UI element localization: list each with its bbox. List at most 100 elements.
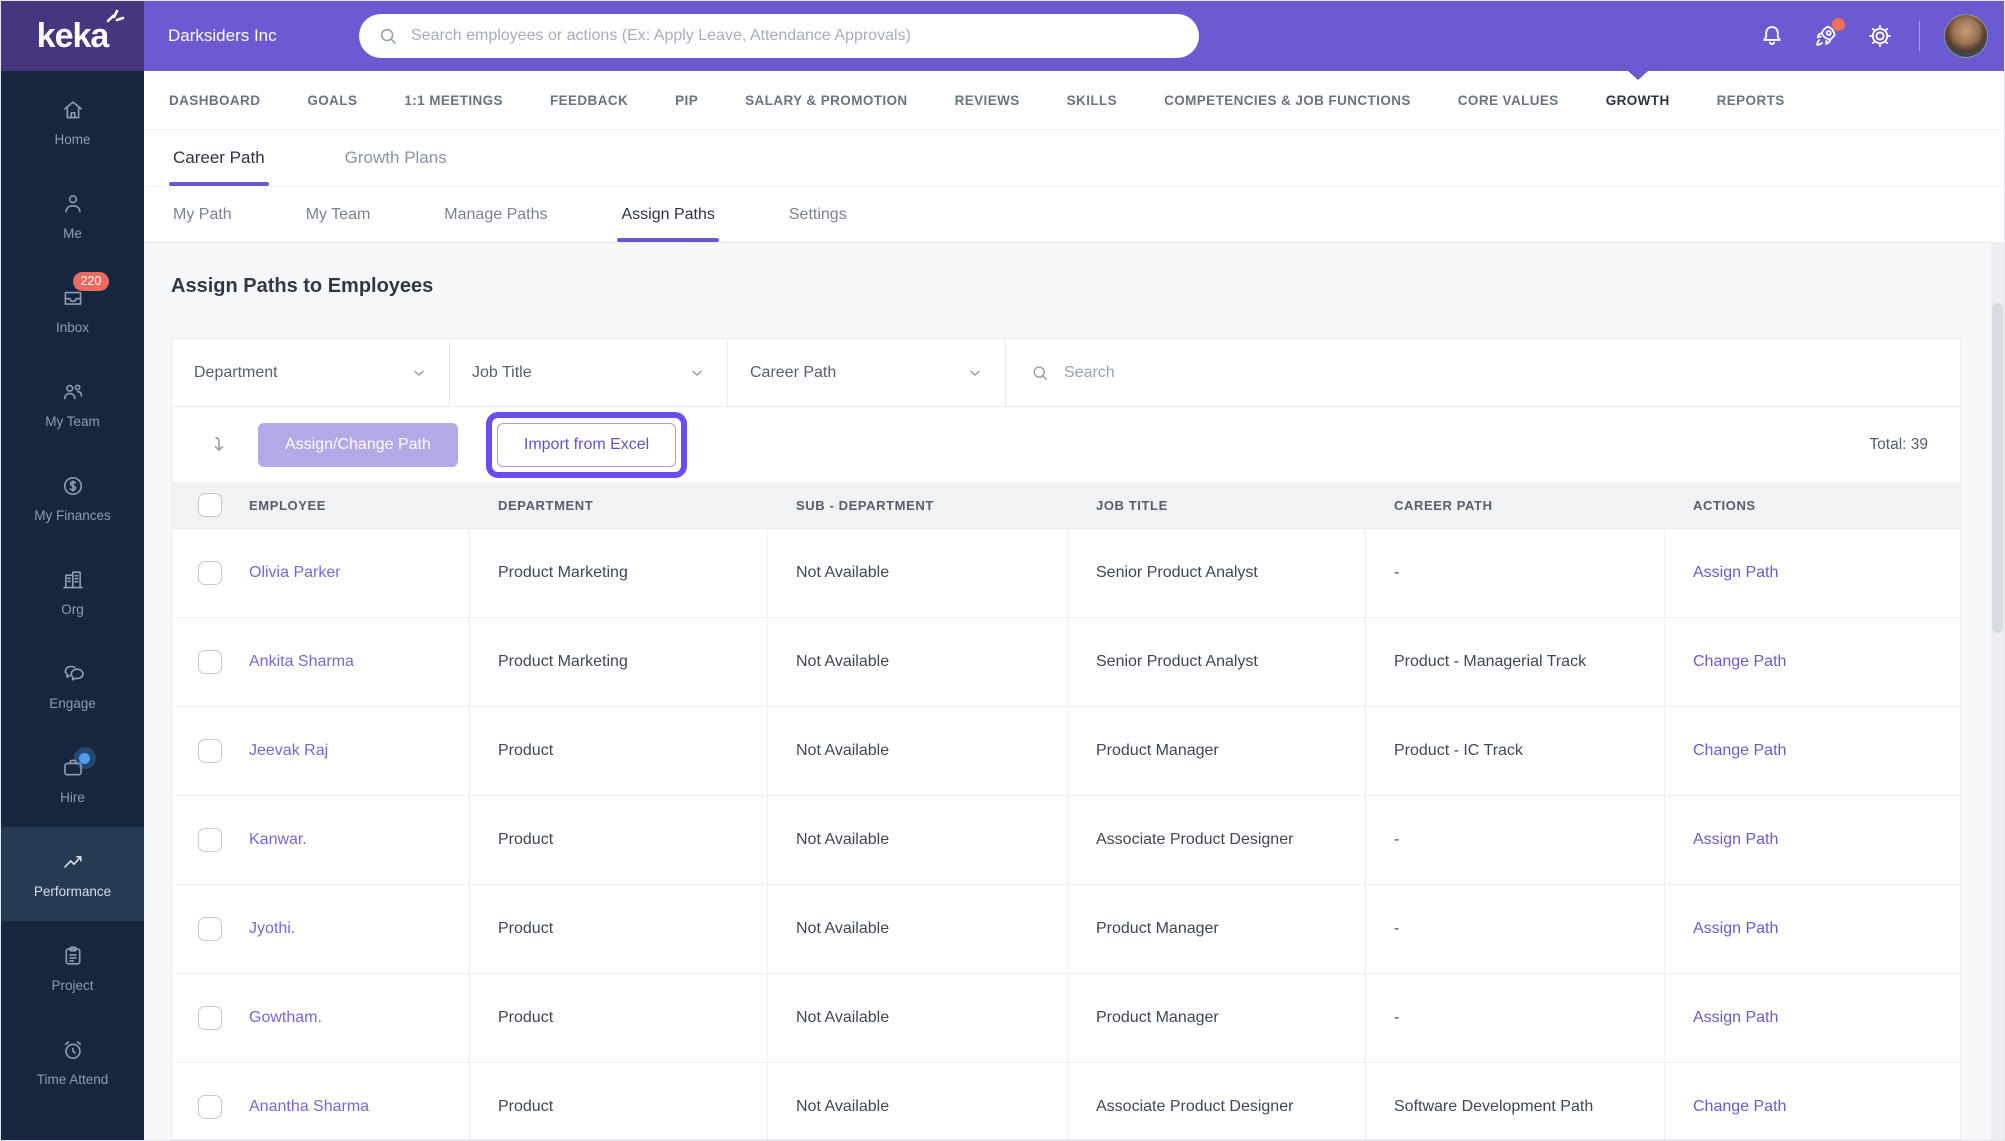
sidebar-item-inbox[interactable]: 220 Inbox [1, 263, 144, 357]
tab-my-path[interactable]: My Path [169, 187, 236, 242]
topbar-actions [1757, 1, 1988, 71]
change-path-link[interactable]: Change Path [1693, 742, 1786, 760]
employee-name-link[interactable]: Kanwar. [249, 831, 307, 849]
employee-cell: Olivia Parker [172, 529, 470, 617]
row-checkbox[interactable] [198, 1095, 222, 1119]
assign-path-link[interactable]: Assign Path [1693, 831, 1778, 849]
career-path-cell: Product - Managerial Track [1366, 618, 1665, 706]
subnav-tab-career-path[interactable]: Career Path [169, 130, 269, 186]
table-header-department: DEPARTMENT [498, 497, 594, 513]
keka-logo[interactable]: keka [1, 1, 144, 71]
change-path-link[interactable]: Change Path [1693, 1098, 1786, 1116]
employee-name-link[interactable]: Olivia Parker [249, 564, 341, 582]
employee-name-link[interactable]: Gowtham. [249, 1009, 322, 1027]
sidebar-item-performance[interactable]: Performance [1, 827, 144, 921]
app-window: keka Darksiders Inc Home Me 220 Inbox My Tea… [0, 0, 2005, 1141]
sidebar-item-project[interactable]: Project [1, 921, 144, 1015]
me-icon [60, 191, 86, 217]
sidebar-item-org[interactable]: Org [1, 545, 144, 639]
scrollbar-thumb[interactable] [1992, 303, 2003, 633]
employee-cell: Jyothi. [172, 885, 470, 973]
table-search[interactable] [1006, 339, 1960, 406]
assign-change-path-button[interactable]: Assign/Change Path [258, 422, 458, 467]
job-title-filter-dropdown[interactable]: Job Title [450, 339, 728, 406]
table-search-input[interactable] [1064, 363, 1936, 382]
notifications-bell-icon[interactable] [1757, 21, 1787, 51]
nav-tab-feedback[interactable]: FEEDBACK [550, 71, 628, 129]
assign-path-link[interactable]: Assign Path [1693, 920, 1778, 938]
change-path-link[interactable]: Change Path [1693, 653, 1786, 671]
whats-new-rocket-icon[interactable] [1811, 18, 1845, 51]
nav-tab-growth[interactable]: GROWTH [1606, 71, 1670, 129]
employee-cell: Anantha Sharma [172, 1063, 470, 1139]
sidebar-item-time-attend[interactable]: Time Attend [1, 1015, 144, 1109]
employee-name-link[interactable]: Jeevak Raj [249, 742, 328, 760]
employee-name-link[interactable]: Jyothi. [249, 920, 295, 938]
whats-new-badge-dot [1832, 18, 1845, 31]
assign-path-link[interactable]: Assign Path [1693, 564, 1778, 582]
filter-bar: Department Job Title Career Path [172, 339, 1960, 407]
career-path-filter-dropdown[interactable]: Career Path [728, 339, 1006, 406]
employee-name-link[interactable]: Anantha Sharma [249, 1098, 369, 1116]
click-highlight-box: Import from Excel [485, 411, 688, 478]
sidebar-item-hire[interactable]: Hire [1, 733, 144, 827]
company-name: Darksiders Inc [168, 26, 277, 45]
select-all-checkbox[interactable] [198, 493, 222, 517]
tab-my-team[interactable]: My Team [302, 187, 375, 242]
career-path-cell: - [1366, 529, 1665, 617]
table-row: Gowtham. Product Not Available Product Mana… [172, 974, 1960, 1063]
import-from-excel-button[interactable]: Import from Excel [496, 422, 677, 467]
department-filter-dropdown[interactable]: Department [172, 339, 450, 406]
sidebar-item-engage[interactable]: Engage [1, 639, 144, 733]
nav-tab-dashboard[interactable]: DASHBOARD [169, 71, 260, 129]
tab-manage-paths[interactable]: Manage Paths [440, 187, 551, 242]
module-nav: DASHBOARD GOALS 1:1 MEETINGS FEEDBACK PIP SAL… [144, 71, 2004, 129]
nav-tab-goals[interactable]: GOALS [307, 71, 357, 129]
global-search-input[interactable] [411, 27, 1181, 45]
search-icon [380, 28, 396, 44]
nav-tab-1-1-meetings[interactable]: 1:1 MEETINGS [404, 71, 503, 129]
career-path-cell: Product - IC Track [1366, 707, 1665, 795]
job-title-cell: Senior Product Analyst [1068, 529, 1366, 617]
search-icon [1033, 365, 1047, 380]
row-checkbox[interactable] [198, 828, 222, 852]
sidebar-item-me[interactable]: Me [1, 169, 144, 263]
nav-tab-salary-promotion[interactable]: SALARY & PROMOTION [745, 71, 907, 129]
user-avatar[interactable] [1944, 14, 1988, 58]
sidebar-item-my-finances[interactable]: My Finances [1, 451, 144, 545]
actions-cell: Assign Path [1665, 974, 1960, 1062]
sidebar-item-my-team[interactable]: My Team [1, 357, 144, 451]
sort-arrow-icon[interactable] [206, 433, 230, 457]
nav-tab-skills[interactable]: SKILLS [1067, 71, 1117, 129]
inbox-count-badge: 220 [72, 272, 110, 291]
nav-tab-reports[interactable]: REPORTS [1717, 71, 1785, 129]
sidebar-item-label: Me [63, 226, 82, 241]
employee-cell: Ankita Sharma [172, 618, 470, 706]
nav-tab-core-values[interactable]: CORE VALUES [1458, 71, 1559, 129]
vertical-scrollbar[interactable] [1991, 243, 2004, 1140]
row-checkbox[interactable] [198, 1006, 222, 1030]
table-header-career-path: CAREER PATH [1394, 497, 1493, 513]
page-title: Assign Paths to Employees [171, 275, 434, 297]
settings-gear-icon[interactable] [1865, 21, 1895, 51]
nav-tab-reviews[interactable]: REVIEWS [955, 71, 1020, 129]
career-path-cell: Software Development Path [1366, 1063, 1665, 1139]
sidebar-item-home[interactable]: Home [1, 75, 144, 169]
nav-tab-pip[interactable]: PIP [675, 71, 698, 129]
employee-name-link[interactable]: Ankita Sharma [249, 653, 354, 671]
growth-subnav: Career Path Growth Plans [144, 129, 2004, 186]
global-search[interactable] [359, 14, 1199, 58]
sidebar-item-label: Project [51, 978, 94, 993]
row-checkbox[interactable] [198, 917, 222, 941]
tab-settings[interactable]: Settings [785, 187, 851, 242]
tab-assign-paths[interactable]: Assign Paths [617, 187, 720, 242]
nav-tab-competencies-job-functions[interactable]: COMPETENCIES & JOB FUNCTIONS [1164, 71, 1411, 129]
topbar: keka Darksiders Inc [1, 1, 2004, 71]
assign-path-link[interactable]: Assign Path [1693, 1009, 1778, 1027]
row-checkbox[interactable] [198, 739, 222, 763]
row-checkbox[interactable] [198, 650, 222, 674]
filter-label: Job Title [472, 363, 532, 381]
table-header-employee: EMPLOYEE [172, 493, 470, 517]
subnav-tab-growth-plans[interactable]: Growth Plans [341, 130, 451, 186]
row-checkbox[interactable] [198, 561, 222, 585]
